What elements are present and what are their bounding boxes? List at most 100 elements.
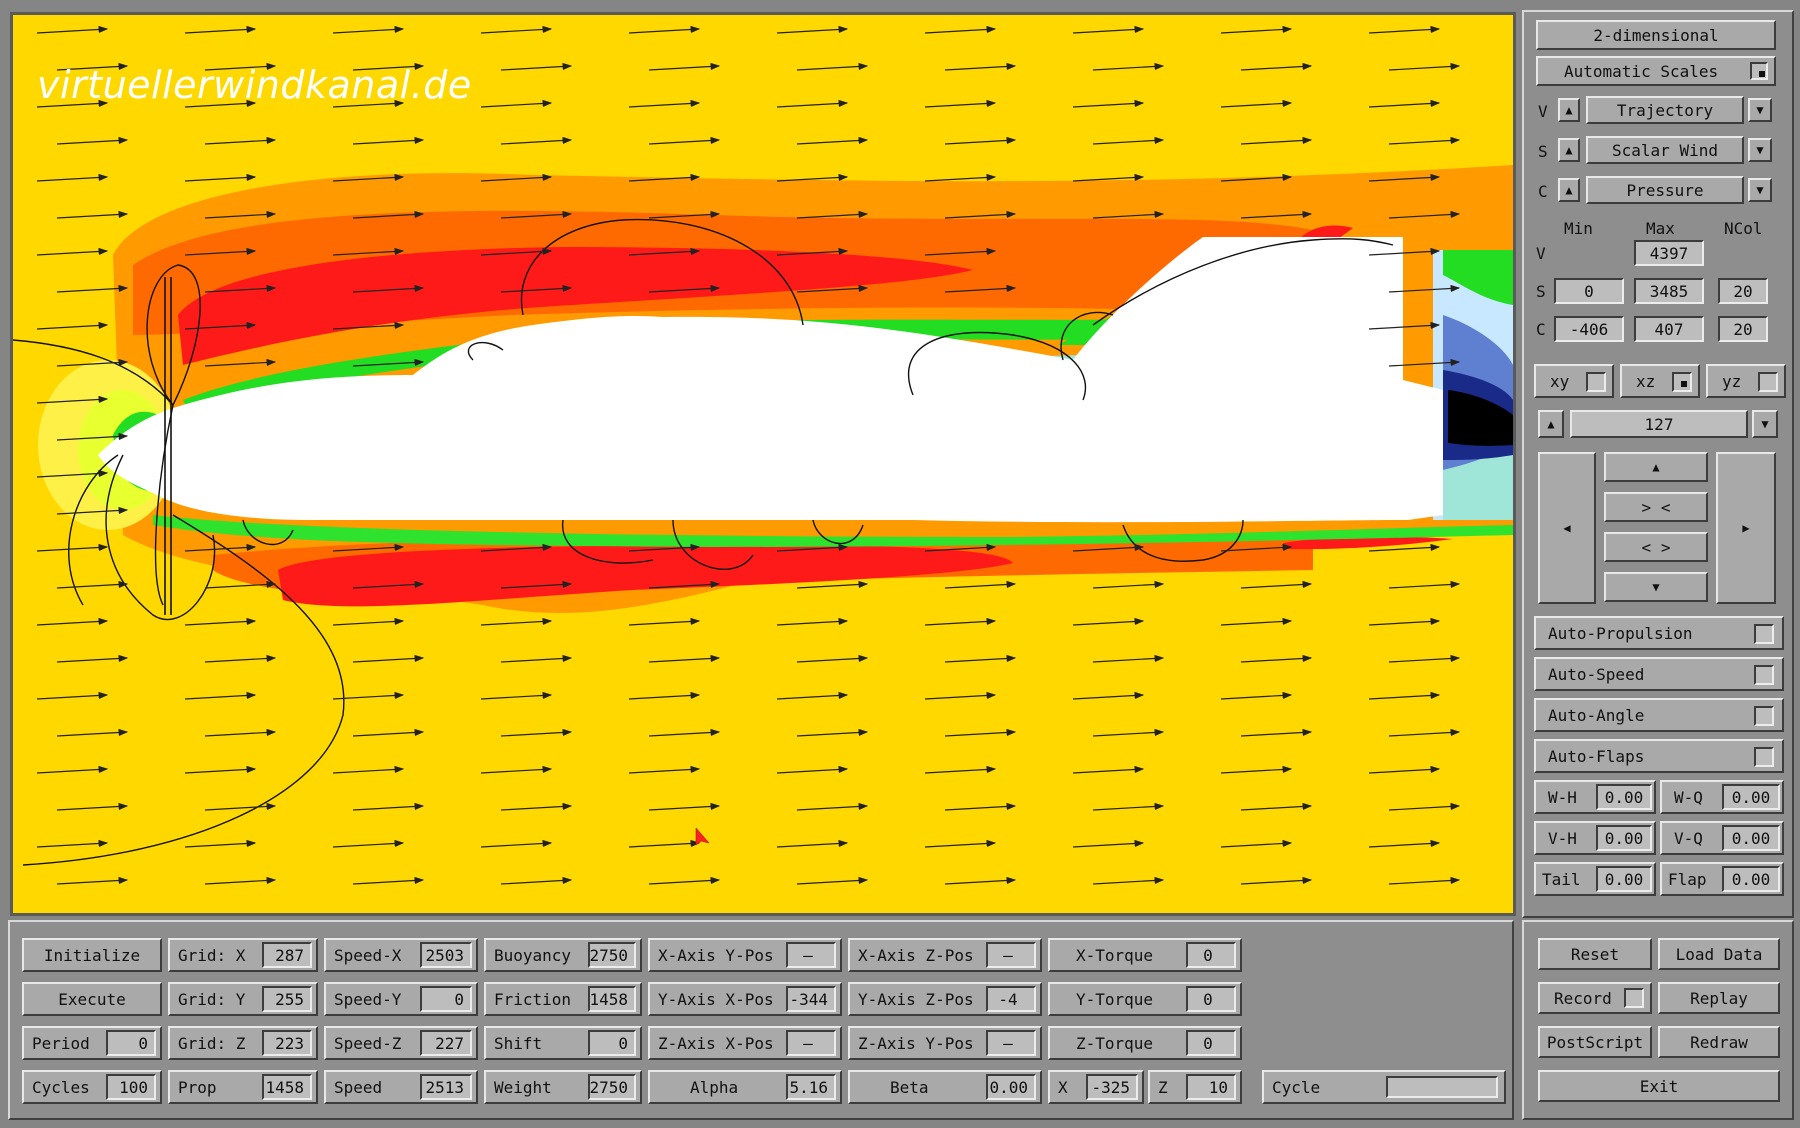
buoyancy-field[interactable]: 2750: [588, 942, 636, 968]
record-checkbox[interactable]: [1624, 988, 1644, 1008]
x-pos-cell: X -325: [1048, 1070, 1144, 1104]
grid-x-field[interactable]: 287: [262, 942, 312, 968]
zoom-out-button[interactable]: < >: [1604, 532, 1708, 562]
speed-y-field[interactable]: 0: [420, 986, 472, 1012]
v-max-field[interactable]: 4397: [1634, 240, 1704, 266]
auto-flaps-toggle[interactable]: Auto-Flaps: [1534, 739, 1784, 773]
x-pos-label: X: [1058, 1077, 1068, 1097]
initialize-button[interactable]: Initialize: [22, 938, 162, 972]
beta-field[interactable]: 0.00: [986, 1074, 1036, 1100]
auto-speed-checkbox[interactable]: [1754, 665, 1774, 685]
grid-x-cell: Grid: X 287: [168, 938, 318, 972]
yaxis-zpos-label: Y-Axis Z-Pos: [858, 989, 974, 1009]
c-prev-icon[interactable]: ▲: [1558, 178, 1580, 202]
exit-button[interactable]: Exit: [1538, 1070, 1780, 1102]
zaxis-xpos-field[interactable]: —: [786, 1030, 836, 1056]
prop-label: Prop: [178, 1077, 217, 1097]
vh-field[interactable]: 0.00: [1596, 825, 1652, 851]
weight-field[interactable]: 2750: [588, 1074, 636, 1100]
alpha-field[interactable]: 5.16: [786, 1074, 836, 1100]
s-prev-icon[interactable]: ▲: [1558, 138, 1580, 162]
xaxis-zpos-field[interactable]: —: [986, 942, 1036, 968]
shift-field[interactable]: 0: [588, 1030, 636, 1056]
buoyancy-label: Buoyancy: [494, 945, 572, 965]
speed-x-field[interactable]: 2503: [420, 942, 472, 968]
automatic-scales-toggle[interactable]: Automatic Scales: [1536, 56, 1776, 86]
grid-y-field[interactable]: 255: [262, 986, 312, 1012]
c-max-field[interactable]: 407: [1634, 316, 1704, 342]
prop-field[interactable]: 1458: [262, 1074, 312, 1100]
yaxis-zpos-field[interactable]: -4: [986, 986, 1036, 1012]
pan-right-icon[interactable]: ▶: [1716, 452, 1776, 604]
v-vector-select[interactable]: Trajectory: [1586, 96, 1744, 124]
vq-field[interactable]: 0.00: [1722, 825, 1780, 851]
period-field[interactable]: 0: [106, 1030, 156, 1056]
wq-field[interactable]: 0.00: [1722, 784, 1780, 810]
pan-left-icon[interactable]: ◀: [1538, 452, 1596, 604]
ncol-header: NCol: [1724, 219, 1763, 238]
y-torque-field[interactable]: 0: [1186, 986, 1236, 1012]
weight-label: Weight: [494, 1077, 552, 1097]
z-pos-field[interactable]: 10: [1186, 1074, 1236, 1100]
cycles-field[interactable]: 100: [106, 1074, 156, 1100]
wh-field[interactable]: 0.00: [1596, 784, 1652, 810]
xaxis-zpos-label: X-Axis Z-Pos: [858, 945, 974, 965]
speed-field[interactable]: 2513: [420, 1074, 472, 1100]
replay-button[interactable]: Replay: [1658, 982, 1780, 1014]
auto-propulsion-checkbox[interactable]: [1754, 624, 1774, 644]
tail-field[interactable]: 0.00: [1596, 866, 1652, 892]
grid-z-field[interactable]: 223: [262, 1030, 312, 1056]
slice-down-icon[interactable]: ▼: [1752, 410, 1778, 438]
plane-yz-checkbox[interactable]: [1758, 372, 1778, 392]
v-prev-icon[interactable]: ▲: [1558, 98, 1580, 122]
slice-field[interactable]: 127: [1570, 410, 1748, 438]
execute-label: Execute: [58, 989, 126, 1009]
x-pos-field[interactable]: -325: [1086, 1074, 1138, 1100]
plane-xz-checkbox[interactable]: [1672, 372, 1692, 392]
yaxis-xpos-field[interactable]: -344: [786, 986, 836, 1012]
s-max-field[interactable]: 3485: [1634, 278, 1704, 304]
mode-button[interactable]: 2-dimensional: [1536, 20, 1776, 50]
pan-down-icon[interactable]: ▼: [1604, 572, 1708, 602]
speed-z-field[interactable]: 227: [420, 1030, 472, 1056]
postscript-button[interactable]: PostScript: [1538, 1026, 1652, 1058]
execute-button[interactable]: Execute: [22, 982, 162, 1016]
auto-angle-checkbox[interactable]: [1754, 706, 1774, 726]
pan-up-icon[interactable]: ▲: [1604, 452, 1708, 482]
flow-field-canvas[interactable]: [13, 15, 1513, 913]
auto-angle-toggle[interactable]: Auto-Angle: [1534, 698, 1784, 732]
grid-y-cell: Grid: Y 255: [168, 982, 318, 1016]
x-torque-field[interactable]: 0: [1186, 942, 1236, 968]
auto-speed-toggle[interactable]: Auto-Speed: [1534, 657, 1784, 691]
flap-field[interactable]: 0.00: [1722, 866, 1780, 892]
speed-z-cell: Speed-Z 227: [324, 1026, 478, 1060]
friction-field[interactable]: 1458: [588, 986, 636, 1012]
z-pos-cell: Z 10: [1148, 1070, 1242, 1104]
c-color-select[interactable]: Pressure: [1586, 176, 1744, 204]
flow-visualization-viewport[interactable]: virtuellerwindkanal.de: [10, 12, 1516, 916]
auto-flaps-checkbox[interactable]: [1754, 747, 1774, 767]
auto-propulsion-toggle[interactable]: Auto-Propulsion: [1534, 616, 1784, 650]
zoom-in-button[interactable]: > <: [1604, 492, 1708, 522]
plane-xy-checkbox[interactable]: [1586, 372, 1606, 392]
z-torque-field[interactable]: 0: [1186, 1030, 1236, 1056]
s-min-field[interactable]: 0: [1554, 278, 1624, 304]
reset-button[interactable]: Reset: [1538, 938, 1652, 970]
c-ncol-field[interactable]: 20: [1718, 316, 1768, 342]
s-row-tag: S: [1538, 142, 1548, 161]
s-dropdown-icon[interactable]: ▼: [1748, 138, 1772, 162]
xaxis-ypos-field[interactable]: —: [786, 942, 836, 968]
c-min-field[interactable]: -406: [1554, 316, 1624, 342]
v-dropdown-icon[interactable]: ▼: [1748, 98, 1772, 122]
load-data-button[interactable]: Load Data: [1658, 938, 1780, 970]
slice-up-icon[interactable]: ▲: [1538, 410, 1564, 438]
automatic-scales-checkbox[interactable]: [1750, 62, 1768, 80]
redraw-button[interactable]: Redraw: [1658, 1026, 1780, 1058]
y-torque-cell: Y-Torque 0: [1048, 982, 1242, 1016]
s-scalar-select[interactable]: Scalar Wind: [1586, 136, 1744, 164]
zaxis-xpos-label: Z-Axis X-Pos: [658, 1033, 774, 1053]
c-scale-tag: C: [1536, 320, 1546, 339]
zaxis-ypos-field[interactable]: —: [986, 1030, 1036, 1056]
s-ncol-field[interactable]: 20: [1718, 278, 1768, 304]
c-dropdown-icon[interactable]: ▼: [1748, 178, 1772, 202]
